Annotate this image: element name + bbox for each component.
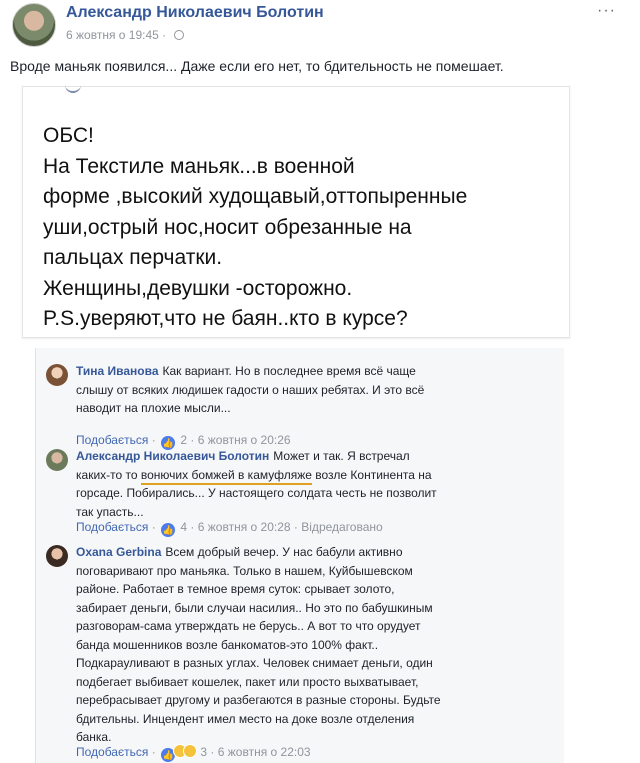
comment-text-line: бдительны. Инцендент имел место на доке … <box>76 711 415 726</box>
image-text-line: Женщины,девушки -осторожно. <box>43 276 353 300</box>
comment-actions: Подобається · 👍 3 · 6 жовтня о 22:03 <box>76 744 311 762</box>
comment-text-line: Подкарауливают в разных углах. Человек с… <box>76 656 433 670</box>
like-button[interactable]: Подобається <box>76 745 148 759</box>
post-text: Вроде маньяк появился... Даже если его н… <box>10 58 504 74</box>
like-button[interactable]: Подобається <box>76 433 148 447</box>
comment-actions: Подобається · 👍 4 · 6 жовтня о 20:28 · В… <box>76 520 383 537</box>
reaction-count[interactable]: 3 <box>200 745 207 759</box>
comment-text-line: слышу от всяких людишек гадости о наших … <box>76 382 425 397</box>
post-date[interactable]: 6 жовтня о 19:45 · <box>66 28 166 42</box>
more-options-icon[interactable]: ··· <box>597 2 616 20</box>
comment-text-line: разговорам-сама утверждать не берусь.. А… <box>76 619 421 633</box>
comment-text-line: наводит на плохие мысли... <box>76 401 231 415</box>
comment-body: Oxana Gerbina Всем добрый вечер. У нас ба… <box>76 543 516 747</box>
comment-text-line: перебрасывает другому и разбегаются в ра… <box>76 693 441 707</box>
image-text-line: P.S.уверяют,что не баян..кто в курсе? <box>43 307 408 330</box>
post-meta: 6 жовтня о 19:45 · <box>66 28 184 42</box>
comment-text-line: подбегает выбивает кошелек, пакет или пр… <box>76 674 419 689</box>
like-reaction-icon: 👍 <box>161 523 176 537</box>
comment-text-line: банка. <box>76 730 112 744</box>
author-avatar[interactable] <box>12 3 56 47</box>
commenter-name[interactable]: Александр Николаевич Болотин <box>76 449 269 463</box>
comment-text-line: банда мошенников возле банкоматов-это 10… <box>76 637 379 652</box>
like-button[interactable]: Подобається <box>76 520 148 534</box>
comment-text-line: каких-то то <box>76 467 141 482</box>
shared-image[interactable]: ОБС! На Текстиле маньяк...в военной форм… <box>22 86 570 338</box>
comment-body: Тина Иванова Как вариант. Но в последнее … <box>76 362 516 418</box>
post-header: Александр Николаевич Болотин 6 жовтня о … <box>10 2 630 50</box>
commenter-avatar[interactable] <box>46 545 68 567</box>
comments-section: Тина Иванова Как вариант. Но в последнее … <box>35 348 564 763</box>
comment-text-line: поговаривают про маньяка. Только в нашем… <box>76 563 413 578</box>
comment-text-line: Может и так. Я встречал <box>273 449 410 463</box>
comment-body: Александр Николаевич Болотин Может и так.… <box>76 447 516 521</box>
comment-text-line: районе. Работает в темное время суток: с… <box>76 582 395 596</box>
wow-reaction-icon <box>183 744 198 758</box>
globe-icon <box>173 30 184 40</box>
comment-text-line: возле Континента на <box>311 467 432 482</box>
edited-label[interactable]: Відредаговано <box>301 520 382 534</box>
comment-date[interactable]: 6 жовтня о 20:28 <box>198 520 291 534</box>
post-author-name[interactable]: Александр Николаевич Болотин <box>66 4 324 22</box>
image-text: ОБС! На Текстиле маньяк...в военной форм… <box>43 121 467 335</box>
image-top-icon <box>65 83 81 93</box>
comment-date[interactable]: 6 жовтня о 20:26 <box>198 433 291 447</box>
image-text-line: форме ,высокий худощавый,оттопыренные <box>43 185 468 208</box>
comment-text-line: Всем добрый вечер. У нас бабули активно <box>165 545 403 559</box>
image-text-line: пальцах перчатки. <box>43 246 223 269</box>
commenter-avatar[interactable] <box>46 449 68 471</box>
underlined-phrase: вонючих бомжей в камуфляже <box>140 467 312 485</box>
comment-date[interactable]: 6 жовтня о 22:03 <box>218 745 311 759</box>
comment-text-line: горсаде. Побирались... У настоящего солд… <box>76 486 437 500</box>
comment-text-line: так упасть... <box>76 504 144 519</box>
image-text-line: На Текстиле маньяк...в военной <box>43 154 355 178</box>
reaction-count[interactable]: 4 <box>180 520 187 534</box>
image-text-line: ОБС! <box>43 124 94 147</box>
reaction-count[interactable]: 2 <box>180 433 187 447</box>
comment-text-line: забирает деньги, были случаи насилия.. Н… <box>76 600 433 615</box>
commenter-name[interactable]: Тина Иванова <box>76 364 159 378</box>
commenter-name[interactable]: Oxana Gerbina <box>76 545 161 559</box>
image-text-line: уши,острый нос,носит обрезанные на <box>43 215 412 239</box>
comment-text-line: Как вариант. Но в последнее время всё ча… <box>162 364 416 378</box>
commenter-avatar[interactable] <box>46 364 68 386</box>
